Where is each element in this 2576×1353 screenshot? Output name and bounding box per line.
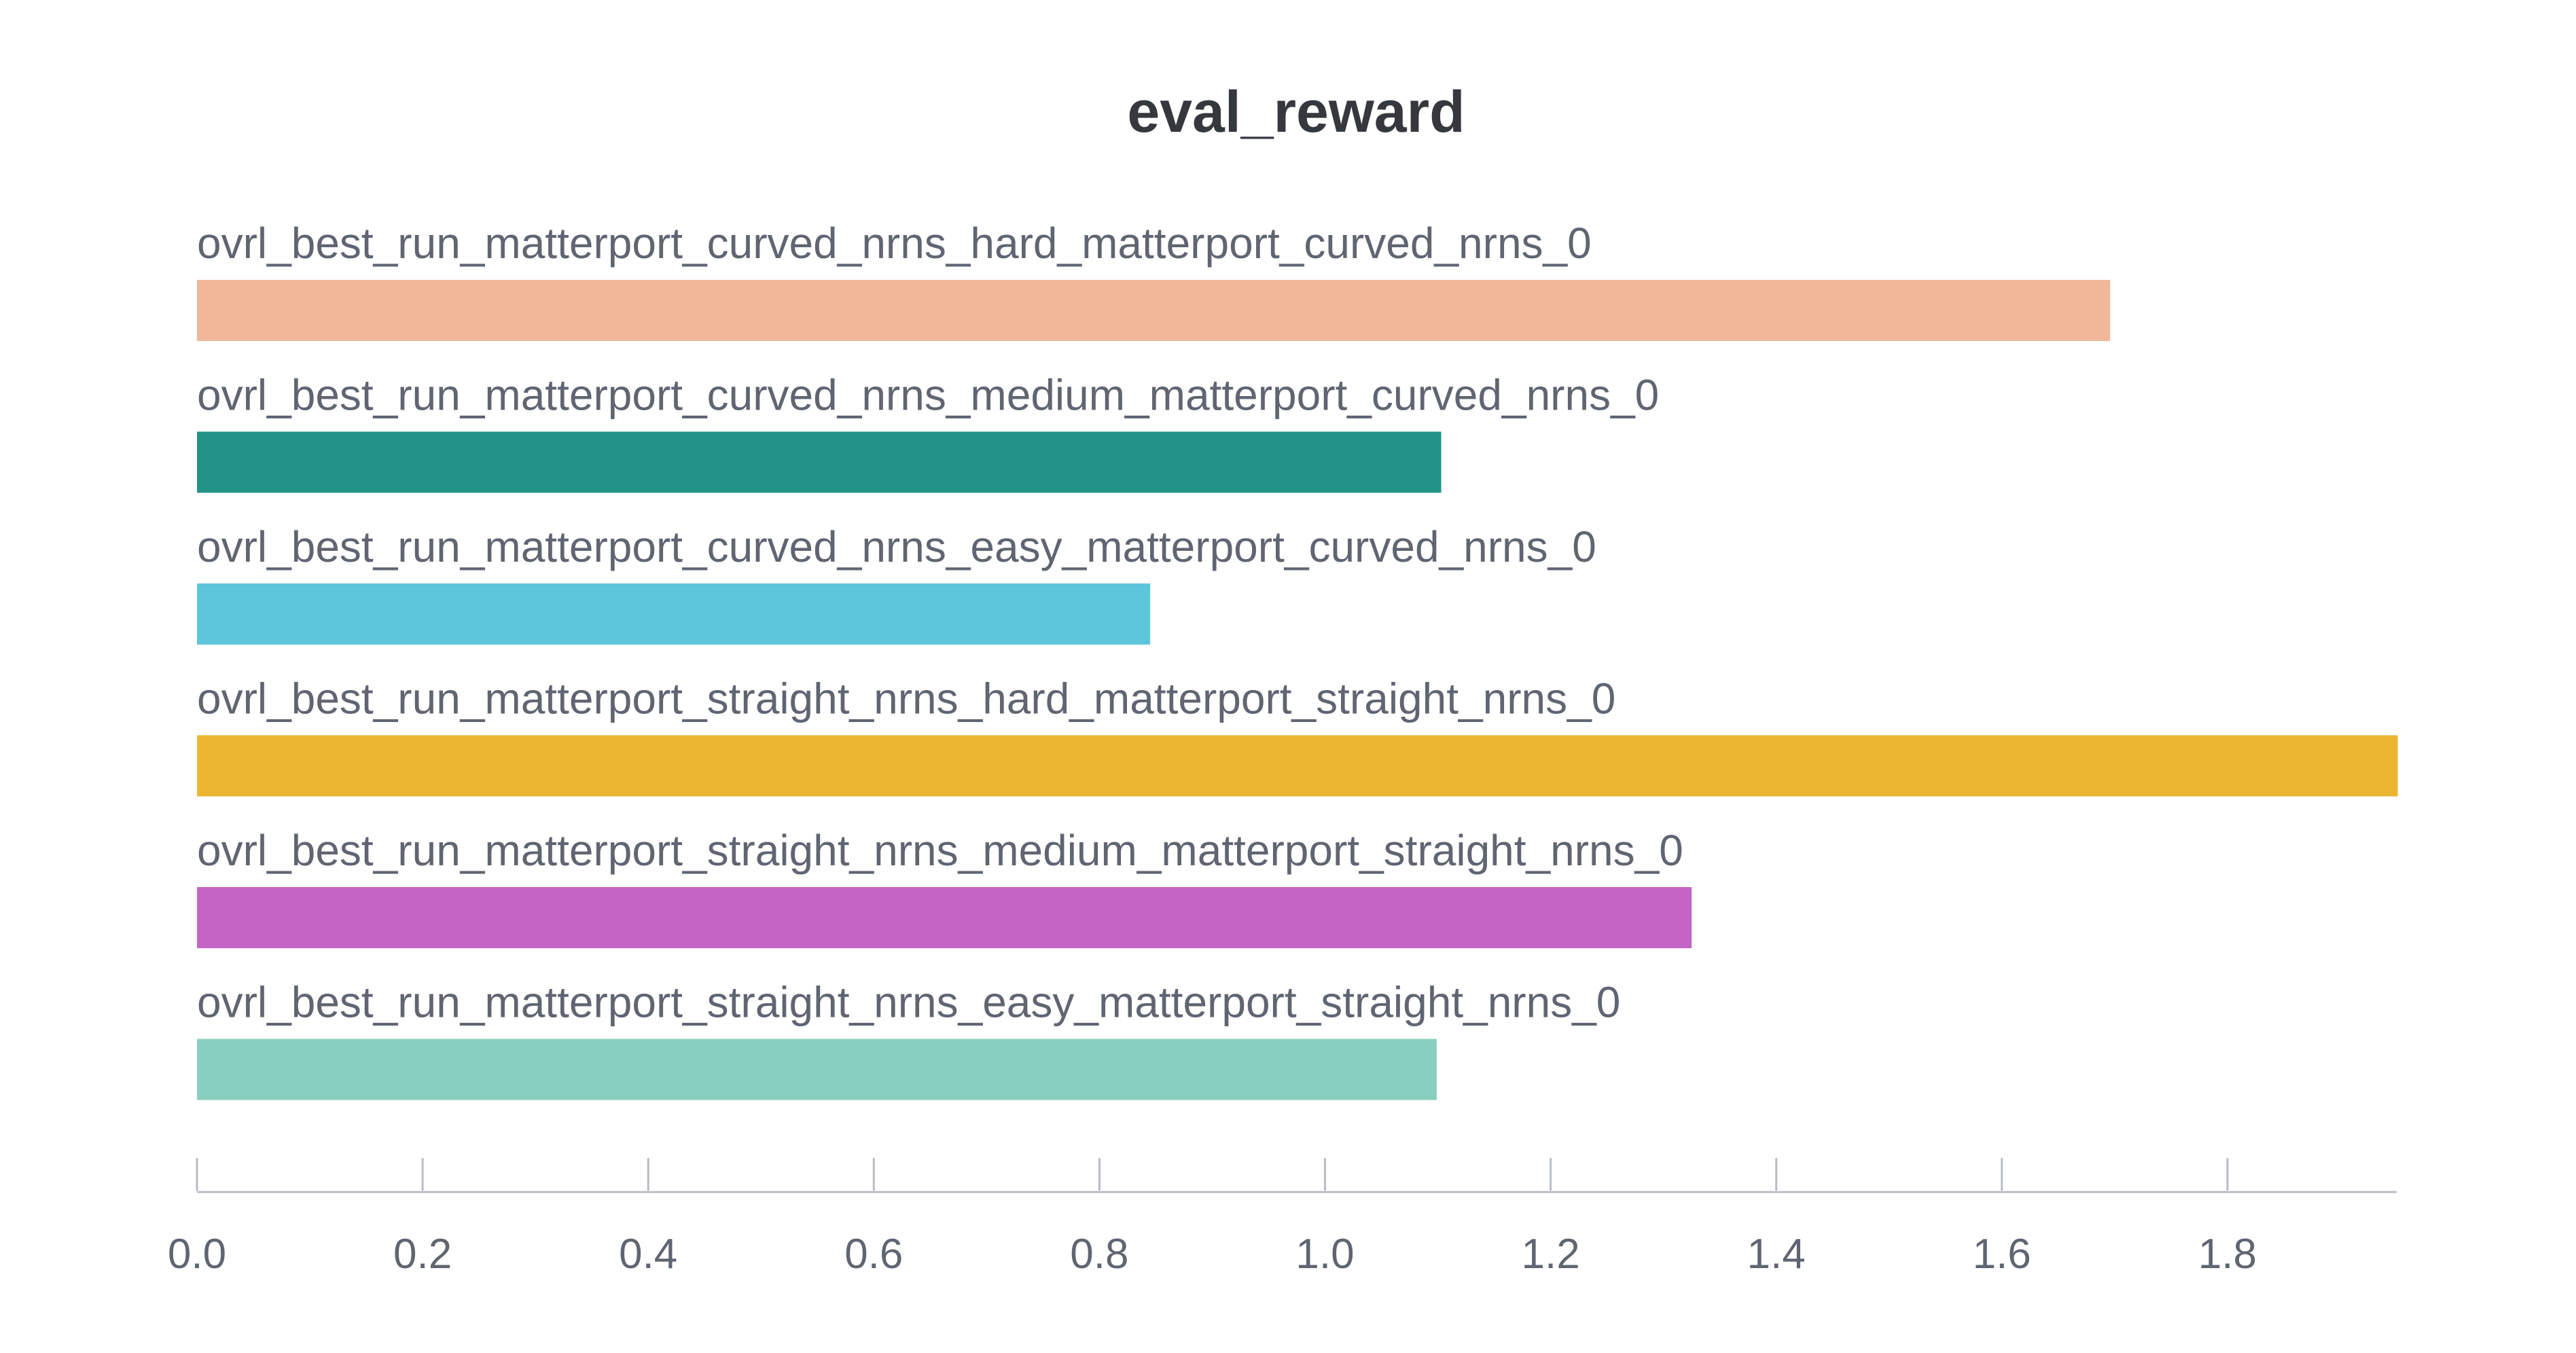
bar — [197, 280, 2111, 341]
bars-group: ovrl_best_run_matterport_curved_nrns_har… — [197, 219, 2398, 1100]
bar — [197, 431, 1442, 493]
bar — [197, 583, 1151, 645]
bar — [197, 1039, 1437, 1100]
bar-row: ovrl_best_run_matterport_straight_nrns_e… — [197, 978, 1620, 1100]
bar-label: ovrl_best_run_matterport_straight_nrns_e… — [197, 978, 1620, 1027]
bar-row: ovrl_best_run_matterport_curved_nrns_med… — [197, 371, 1659, 493]
bar-label: ovrl_best_run_matterport_straight_nrns_m… — [197, 826, 1683, 875]
bar-row: ovrl_best_run_matterport_curved_nrns_eas… — [197, 522, 1596, 645]
bar-label: ovrl_best_run_matterport_curved_nrns_har… — [197, 219, 1592, 268]
x-tick-label: 1.8 — [2198, 1231, 2257, 1278]
bar — [197, 887, 1692, 948]
bar — [197, 735, 2398, 797]
bar-row: ovrl_best_run_matterport_straight_nrns_h… — [197, 674, 2398, 797]
x-axis-ticks: 0.0 0.2 0.4 0.6 0.8 1.0 1.2 1.4 1.6 1.8 — [168, 1158, 2257, 1278]
bar-row: ovrl_best_run_matterport_straight_nrns_m… — [197, 826, 1692, 948]
x-axis: 0.0 0.2 0.4 0.6 0.8 1.0 1.2 1.4 1.6 1.8 — [168, 1158, 2397, 1278]
bar-chart: eval_reward ovrl_best_run_matterport_cur… — [168, 79, 2398, 1278]
chart-title: eval_reward — [1127, 79, 1465, 145]
bar-row: ovrl_best_run_matterport_curved_nrns_har… — [197, 219, 2111, 341]
x-tick-label: 0.2 — [393, 1231, 452, 1278]
bar-label: ovrl_best_run_matterport_straight_nrns_h… — [197, 674, 1615, 723]
x-tick-label: 0.4 — [619, 1231, 677, 1278]
x-tick-label: 1.2 — [1522, 1231, 1580, 1278]
x-tick-label: 0.8 — [1070, 1231, 1128, 1278]
bar-label: ovrl_best_run_matterport_curved_nrns_med… — [197, 371, 1659, 420]
x-tick-label: 1.0 — [1295, 1231, 1354, 1278]
x-tick-label: 1.4 — [1747, 1231, 1806, 1278]
x-tick-label: 1.6 — [1973, 1231, 2031, 1278]
bar-label: ovrl_best_run_matterport_curved_nrns_eas… — [197, 522, 1596, 571]
x-tick-label: 0.6 — [844, 1231, 903, 1278]
x-tick-label: 0.0 — [168, 1231, 226, 1278]
